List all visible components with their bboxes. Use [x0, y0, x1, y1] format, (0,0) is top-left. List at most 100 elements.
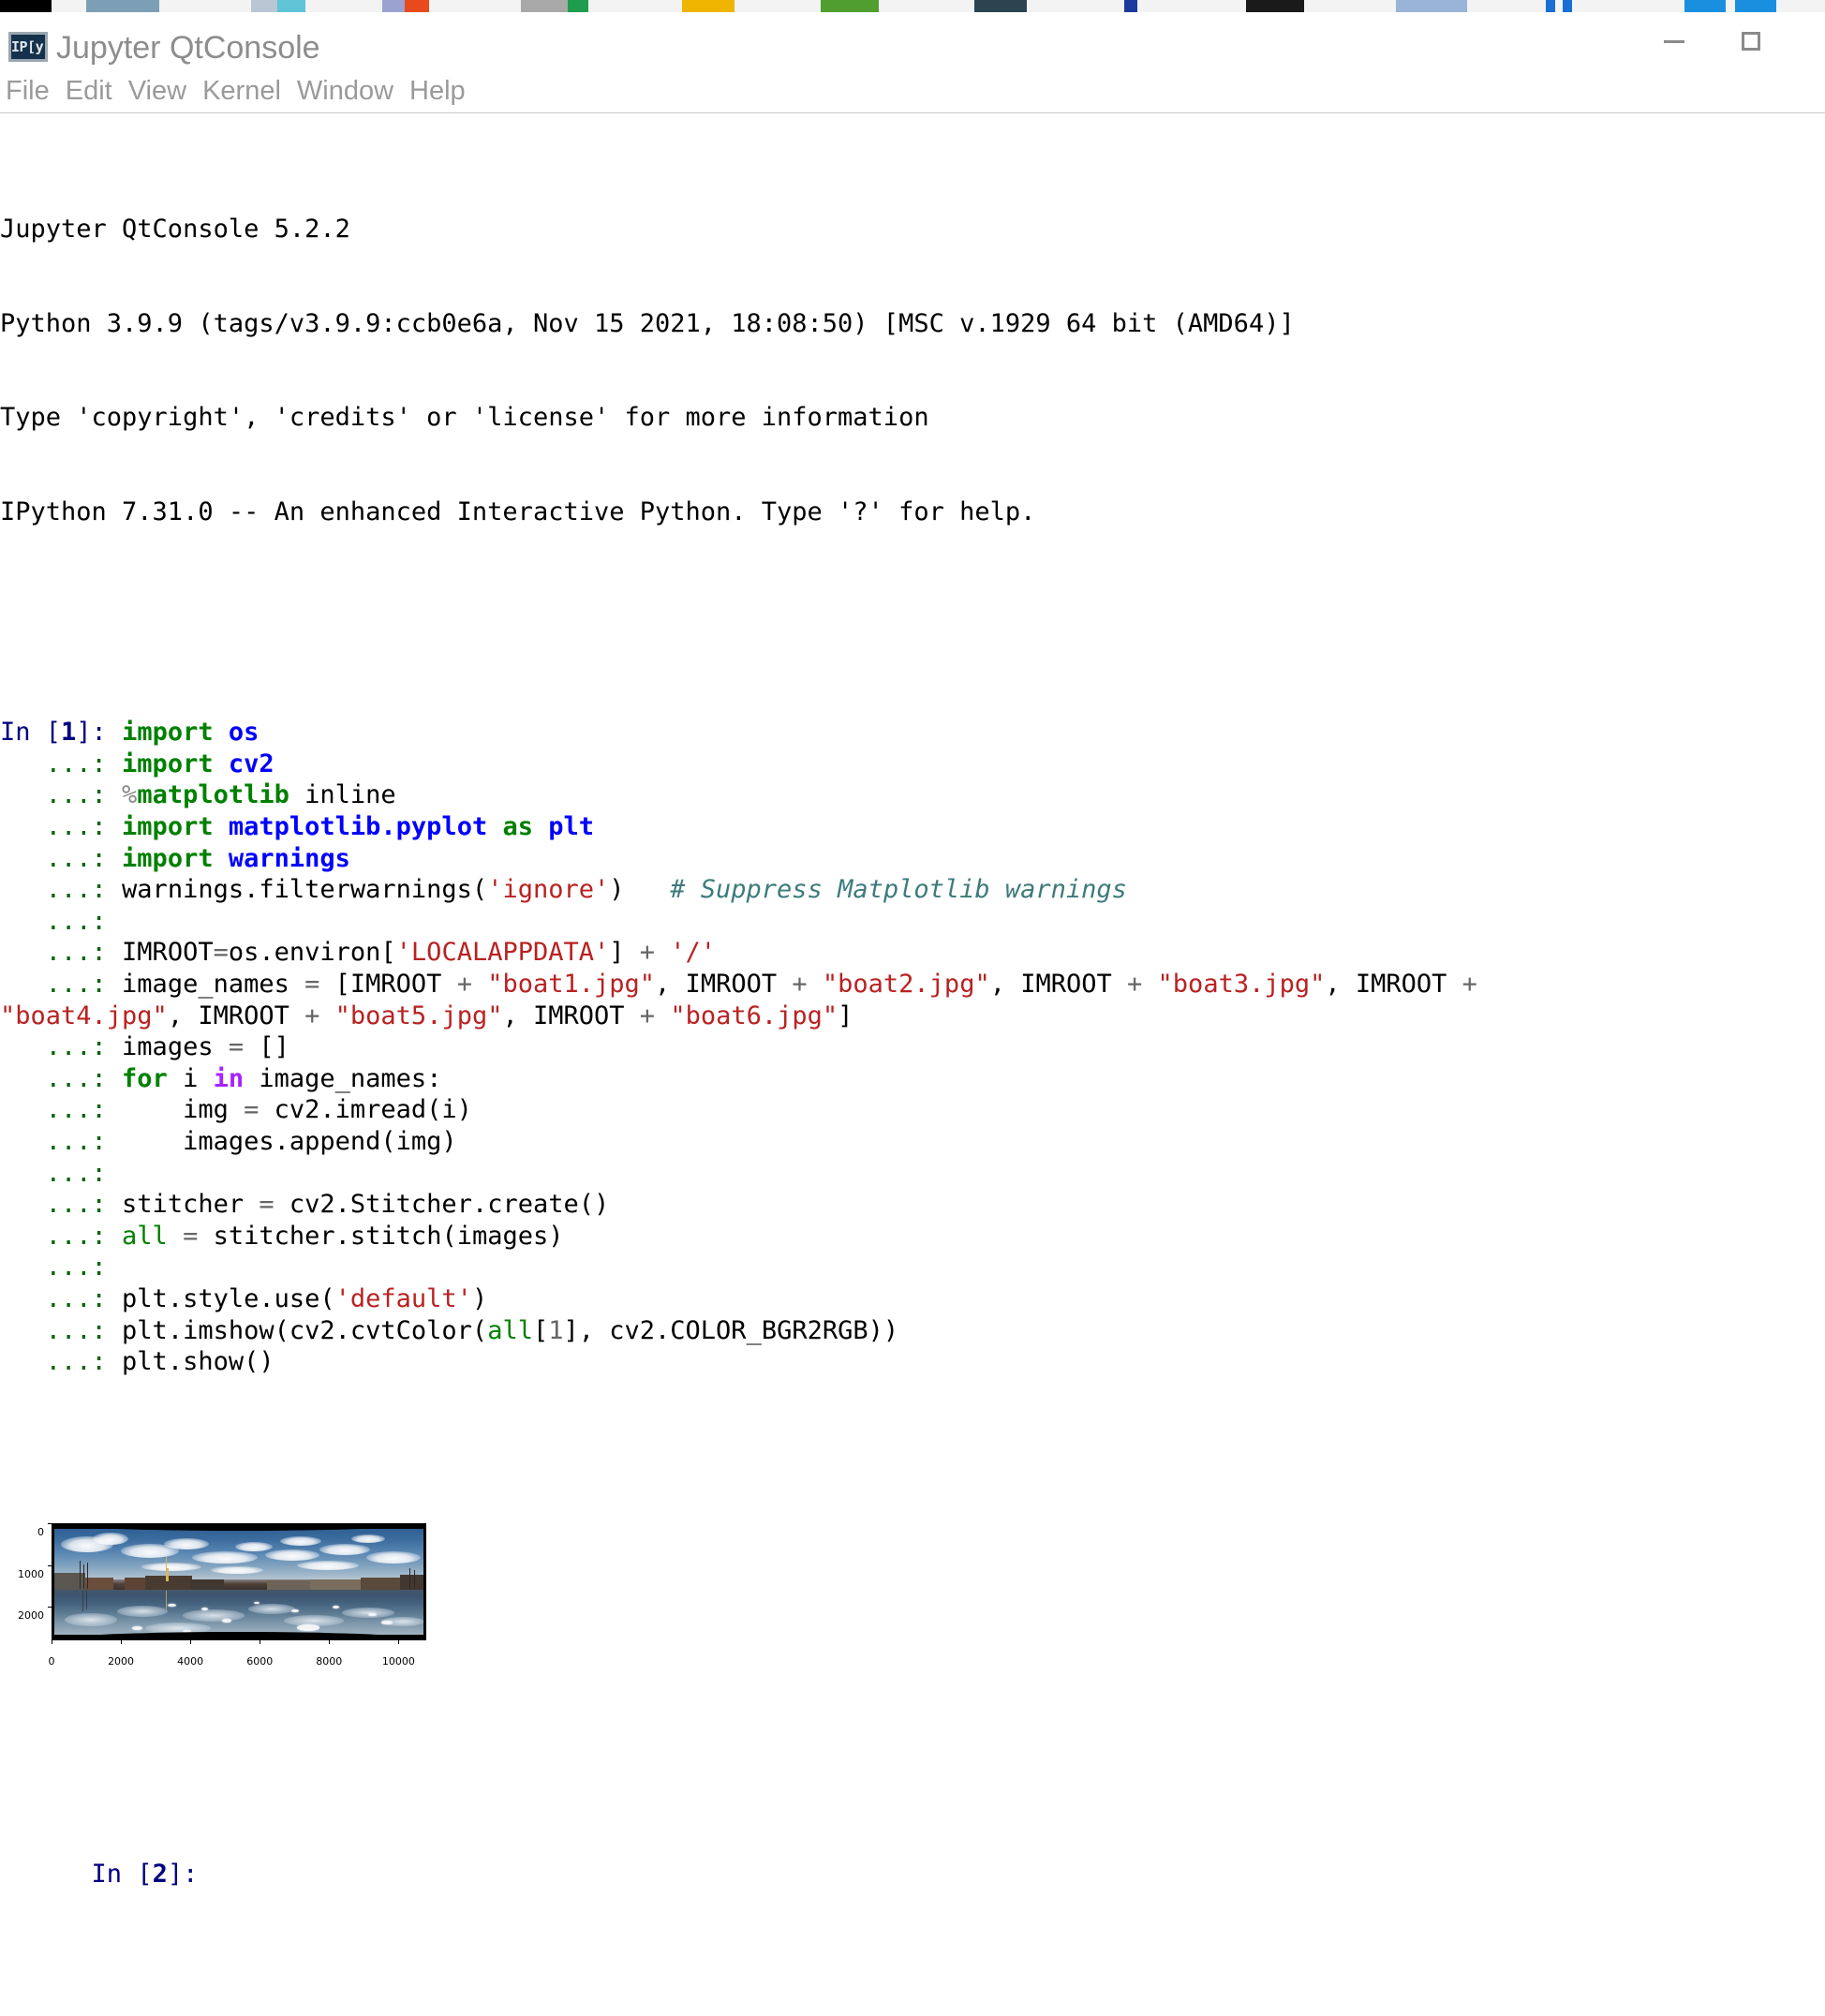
taskbar-icon-17[interactable]	[1684, 0, 1726, 12]
code-line[interactable]: ...: warnings.filterwarnings('ignore') #…	[0, 874, 1825, 906]
code-line[interactable]: ...: for i in image_names:	[0, 1063, 1825, 1095]
menu-item-help[interactable]: Help	[409, 76, 466, 107]
taskbar-icon-12[interactable]	[1124, 0, 1137, 12]
code-token: 'ignore'	[487, 875, 610, 905]
code-token: images.append(img)	[122, 1127, 457, 1156]
code-token: image_names	[122, 970, 305, 1000]
taskbar-icon-15[interactable]	[1546, 0, 1555, 12]
code-token: 1	[548, 1315, 564, 1345]
ship-mast	[409, 1568, 410, 1590]
taskbar-icon-2[interactable]	[86, 0, 159, 12]
code-line[interactable]: ...: %matplotlib inline	[0, 779, 1825, 811]
taskbar-icon-6[interactable]	[405, 0, 429, 12]
prompt-number: 1	[61, 718, 77, 748]
code-line[interactable]: ...: import warnings	[0, 843, 1825, 875]
prompt-prefix: In [	[91, 1860, 153, 1890]
fortress-island	[145, 1576, 192, 1591]
code-token: plt.imshow(cv2.cvtColor(	[122, 1315, 488, 1345]
taskbar-icon-1[interactable]	[0, 0, 52, 12]
code-line[interactable]: ...: images = []	[0, 1031, 1825, 1063]
code-token: +	[1461, 970, 1477, 1000]
menu-item-edit[interactable]: Edit	[66, 76, 112, 107]
code-token: =	[183, 1221, 199, 1251]
code-token: []	[244, 1032, 289, 1062]
maximize-button[interactable]	[1722, 12, 1780, 70]
menu-item-kernel[interactable]: Kernel	[202, 76, 281, 107]
code-line[interactable]: ...: IMROOT=os.environ['LOCALAPPDATA'] +…	[0, 937, 1825, 969]
code-line[interactable]: ...: import matplotlib.pyplot as plt	[0, 811, 1825, 843]
code-line[interactable]: In [1]: import os	[0, 717, 1825, 749]
code-line[interactable]: ...: images.append(img)	[0, 1126, 1825, 1158]
taskbar-icon-18[interactable]	[1735, 0, 1776, 12]
menu-item-view[interactable]: View	[128, 76, 186, 107]
console-output-area[interactable]: Jupyter QtConsole 5.2.2 Python 3.9.9 (ta…	[0, 113, 1825, 2016]
ship-mast	[80, 1561, 81, 1590]
x-tick-label: 0	[48, 1655, 55, 1668]
taskbar-strip[interactable]	[0, 0, 1825, 13]
code-line[interactable]: ...: img = cv2.imread(i)	[0, 1094, 1825, 1126]
menu-item-file[interactable]: File	[6, 76, 50, 107]
taskbar-icon-8[interactable]	[568, 0, 588, 12]
ipython-logo-icon: IP[y]:	[8, 32, 48, 62]
minimize-button[interactable]	[1645, 12, 1703, 70]
code-line[interactable]: ...:	[0, 1252, 1825, 1283]
menu-item-window[interactable]: Window	[297, 76, 393, 107]
code-token: os	[228, 718, 260, 748]
taskbar-icon-10[interactable]	[821, 0, 879, 12]
y-tick-label: 2000	[18, 1609, 44, 1623]
code-line[interactable]: ...: image_names = [IMROOT + "boat1.jpg"…	[0, 969, 1825, 1001]
continuation-prompt: ...:	[0, 1221, 123, 1251]
code-token: "boat5.jpg"	[334, 1001, 503, 1030]
plot-axes-image	[52, 1523, 426, 1641]
code-line[interactable]: ...: stitcher = cv2.Stitcher.create()	[0, 1189, 1825, 1221]
code-token: ], cv2.COLOR_BGR2RGB))	[563, 1315, 899, 1345]
code-line[interactable]: ...: plt.imshow(cv2.cvtColor(all[1], cv2…	[0, 1315, 1825, 1347]
code-token: img	[122, 1095, 245, 1125]
banner-line: Type 'copyright', 'credits' or 'license'…	[0, 403, 929, 433]
ship-mast	[87, 1563, 88, 1590]
continuation-prompt: ...:	[0, 749, 123, 778]
code-token: # Suppress Matplotlib warnings	[670, 875, 1127, 905]
input-cell-1[interactable]: In [1]: import os ...: import cv2 ...: %…	[0, 717, 1825, 1377]
taskbar-icon-14[interactable]	[1396, 0, 1467, 12]
taskbar-icon-9[interactable]	[682, 0, 734, 12]
code-line[interactable]: ...: all = stitcher.stitch(images)	[0, 1221, 1825, 1253]
building	[361, 1578, 404, 1591]
taskbar-icon-16[interactable]	[1563, 0, 1572, 12]
x-tick-label: 10000	[381, 1655, 415, 1668]
code-line[interactable]: ...: plt.show()	[0, 1346, 1825, 1378]
building	[400, 1575, 426, 1591]
code-token: stitcher	[122, 1190, 260, 1220]
prompt-suffix: ]:	[76, 718, 123, 748]
code-token: import	[122, 812, 214, 842]
taskbar-icon-11[interactable]	[974, 0, 1027, 12]
y-tick-mark	[48, 1564, 52, 1566]
code-token: "boat4.jpg"	[0, 1001, 168, 1030]
code-token: %	[122, 780, 138, 810]
code-token: "boat2.jpg"	[822, 970, 990, 1000]
continuation-prompt: ...:	[0, 1253, 123, 1282]
code-line[interactable]: ...: plt.style.use('default')	[0, 1283, 1825, 1315]
taskbar-icon-4[interactable]	[277, 0, 305, 12]
window-title-bar[interactable]: IP[y]: Jupyter QtConsole	[0, 12, 1825, 70]
code-token: for	[122, 1063, 168, 1093]
continuation-prompt: ...:	[0, 1063, 123, 1093]
code-line-wrapped[interactable]: "boat4.jpg", IMROOT + "boat5.jpg", IMROO…	[0, 1001, 1825, 1032]
taskbar-icon-13[interactable]	[1246, 0, 1304, 12]
code-line[interactable]: ...:	[0, 1158, 1825, 1190]
code-line[interactable]: ...:	[0, 906, 1825, 938]
code-token: images	[122, 1032, 229, 1062]
continuation-prompt: ...:	[0, 1127, 123, 1156]
code-token: ]	[609, 938, 640, 968]
input-prompt-2[interactable]: In [2]:	[0, 1828, 1825, 1922]
code-token: i	[167, 1063, 214, 1093]
code-token: +	[1127, 970, 1143, 1000]
code-token: all	[122, 1221, 168, 1251]
code-line[interactable]: ...: import cv2	[0, 749, 1825, 780]
fortress-spire	[167, 1568, 169, 1582]
